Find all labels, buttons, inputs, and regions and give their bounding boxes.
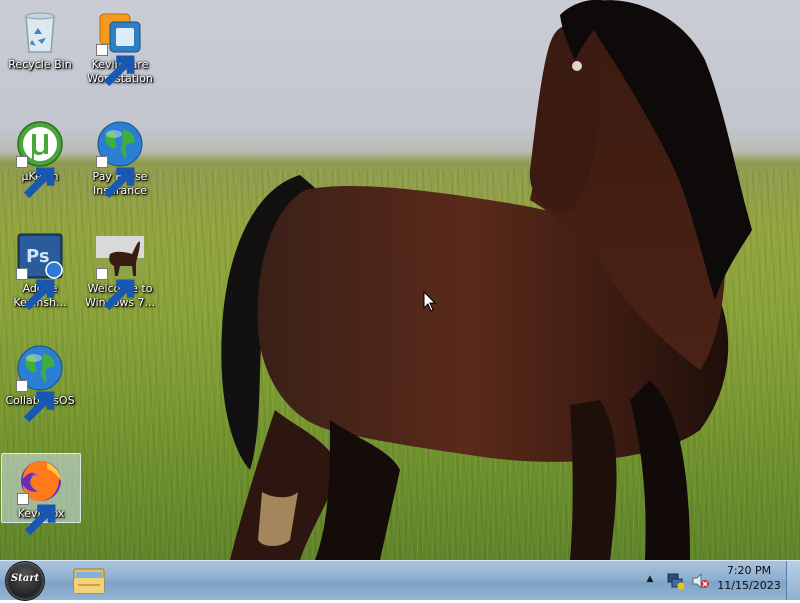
start-label: Start — [10, 573, 40, 584]
system-clock[interactable]: 7:20 PM 11/15/2023 — [716, 563, 782, 597]
folder-icon — [73, 568, 105, 594]
show-hidden-icons-icon[interactable]: ▲ — [644, 573, 656, 585]
desktop-icon-welcome-to-windows-7[interactable]: Welcome to Windows 7... — [80, 226, 160, 311]
desktop-icon-kevinware-workstation[interactable]: Kevinware Workstation — [80, 2, 160, 87]
desktop-icon-mukevin[interactable]: µKevin — [0, 114, 80, 199]
shortcut-arrow-icon — [96, 268, 135, 311]
desktop-icon-collabsysos[interactable]: CollabSysOS — [0, 338, 80, 423]
start-button[interactable]: Start — [6, 562, 44, 600]
show-desktop-button[interactable] — [786, 561, 800, 600]
shortcut-arrow-icon — [16, 380, 55, 423]
recycle-bin-icon — [25, 12, 55, 53]
desktop-icon-kevinfox[interactable]: Kevinfox — [1, 453, 81, 536]
clock-date: 11/15/2023 — [717, 579, 781, 592]
clock-time: 7:20 PM — [726, 564, 772, 577]
desktop[interactable]: Recycle Bin Kevinware Workstation µKevin — [0, 0, 800, 560]
shortcut-arrow-icon — [96, 156, 135, 199]
icon-label: Recycle Bin — [8, 58, 72, 71]
network-icon[interactable] — [666, 571, 686, 591]
desktop-icon-adobe-kevinshop[interactable]: Ps Adobe Kevinsh... — [0, 226, 80, 311]
desktop-icon-pay-horse-insurance[interactable]: Pay Horse Insurance — [80, 114, 160, 199]
mouse-cursor-icon — [423, 291, 437, 312]
svg-text:Ps: Ps — [26, 246, 50, 267]
speaker-muted-icon[interactable] — [690, 571, 710, 591]
shortcut-arrow-icon — [16, 156, 55, 199]
taskbar-explorer-button[interactable] — [66, 562, 112, 599]
desktop-icon-recycle-bin[interactable]: Recycle Bin — [0, 2, 80, 74]
shortcut-arrow-icon — [16, 268, 55, 311]
shortcut-arrow-icon — [17, 493, 56, 536]
shortcut-arrow-icon — [96, 44, 135, 87]
